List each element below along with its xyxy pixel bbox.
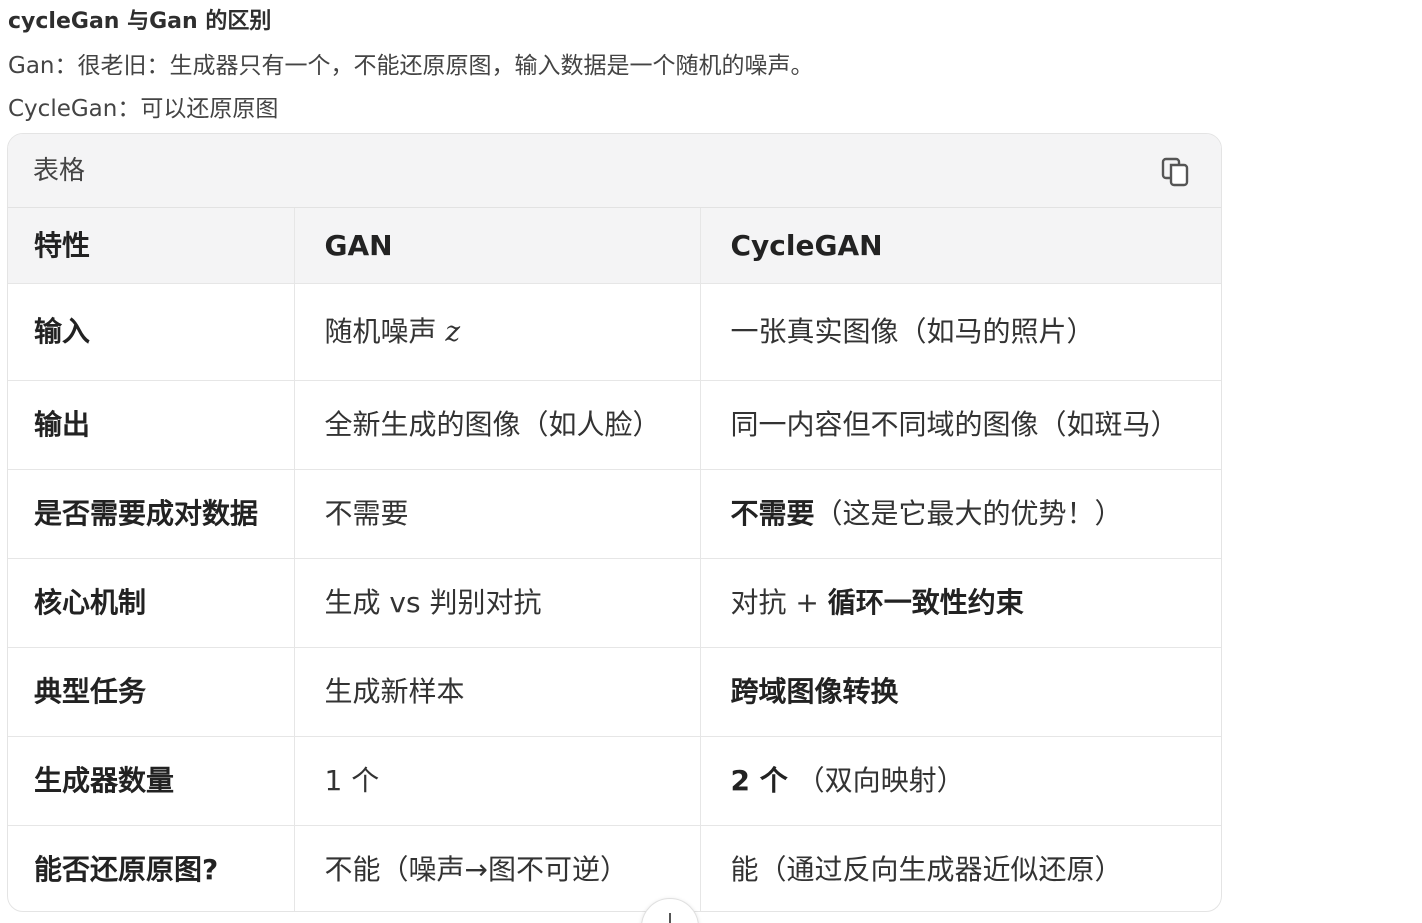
row-gan-value: 不能（噪声→图不可逆） — [293, 825, 700, 911]
table-card-title: 表格 — [33, 156, 86, 186]
copy-icon — [1161, 157, 1189, 187]
plain-text: 对抗 + — [730, 586, 828, 619]
row-feature: 输入 — [8, 283, 294, 381]
row-cyclegan-value: 一张真实图像（如马的照片） — [699, 283, 1221, 381]
plain-text: （这是它最大的优势！） — [814, 497, 1123, 530]
plain-text: （双向映射） — [796, 764, 965, 797]
row-feature: 输出 — [8, 380, 294, 470]
bold-text: 2 个 — [730, 764, 788, 797]
math-variable: z — [445, 315, 461, 348]
row-cyclegan-value: 同一内容但不同域的图像（如斑马） — [699, 380, 1221, 470]
section-heading: cycleGan 与Gan 的区别 — [8, 9, 272, 34]
row-cyclegan-value: 2 个 （双向映射） — [699, 736, 1221, 826]
row-feature: 是否需要成对数据 — [8, 469, 294, 559]
row-cyclegan-value: 能（通过反向生成器近似还原） — [699, 825, 1221, 911]
row-feature: 核心机制 — [8, 558, 294, 648]
row-gan-value: 全新生成的图像（如人脸） — [293, 380, 700, 470]
row-gan-value: 生成新样本 — [293, 647, 700, 737]
row-cyclegan-value: 不需要（这是它最大的优势！） — [699, 469, 1221, 559]
text-line-cyclegan: CycleGan：可以还原原图 — [8, 96, 279, 122]
table-card: 表格 特性 GAN CycleGAN 输入 随机噪声 z 一张真实图像（如马的照… — [7, 133, 1222, 912]
table-row: 核心机制 生成 vs 判别对抗 对抗 + 循环一致性约束 — [8, 558, 1221, 648]
table-row: 是否需要成对数据 不需要 不需要（这是它最大的优势！） — [8, 469, 1221, 559]
row-gan-value: 生成 vs 判别对抗 — [293, 558, 700, 648]
column-header-feature: 特性 — [8, 208, 294, 284]
bold-text: 跨域图像转换 — [730, 675, 899, 708]
column-header-gan: GAN — [293, 208, 700, 284]
row-gan-value: 1 个 — [293, 736, 700, 826]
gan-text: 随机噪声 — [324, 315, 437, 348]
row-cyclegan-value: 跨域图像转换 — [699, 647, 1221, 737]
table-header-row: 特性 GAN CycleGAN — [8, 208, 1221, 284]
text-line-gan: Gan：很老旧：生成器只有一个，不能还原原图，输入数据是一个随机的噪声。 — [8, 53, 814, 79]
table-row: 生成器数量 1 个 2 个 （双向映射） — [8, 736, 1221, 826]
row-feature: 典型任务 — [8, 647, 294, 737]
bold-text: 不需要 — [730, 497, 815, 530]
table-row: 输入 随机噪声 z 一张真实图像（如马的照片） — [8, 283, 1221, 381]
table-row: 输出 全新生成的图像（如人脸） 同一内容但不同域的图像（如斑马） — [8, 380, 1221, 470]
table-row: 能否还原原图? 不能（噪声→图不可逆） 能（通过反向生成器近似还原） — [8, 825, 1221, 911]
table-card-header: 表格 — [8, 134, 1221, 208]
comparison-table: 特性 GAN CycleGAN 输入 随机噪声 z 一张真实图像（如马的照片） … — [8, 208, 1221, 911]
row-feature: 能否还原原图? — [34, 853, 219, 886]
arrow-down-icon — [669, 913, 671, 923]
page: cycleGan 与Gan 的区别 Gan：很老旧：生成器只有一个，不能还原原图… — [0, 0, 1422, 923]
row-gan-value: 不需要 — [293, 469, 700, 559]
bold-text: 循环一致性约束 — [827, 586, 1024, 619]
row-gan-value: 随机噪声 z — [293, 283, 700, 381]
row-cyclegan-value: 对抗 + 循环一致性约束 — [699, 558, 1221, 648]
table-row: 典型任务 生成新样本 跨域图像转换 — [8, 647, 1221, 737]
column-header-cyclegan: CycleGAN — [699, 208, 1221, 284]
row-feature: 生成器数量 — [8, 736, 294, 826]
copy-button[interactable] — [1159, 156, 1191, 188]
